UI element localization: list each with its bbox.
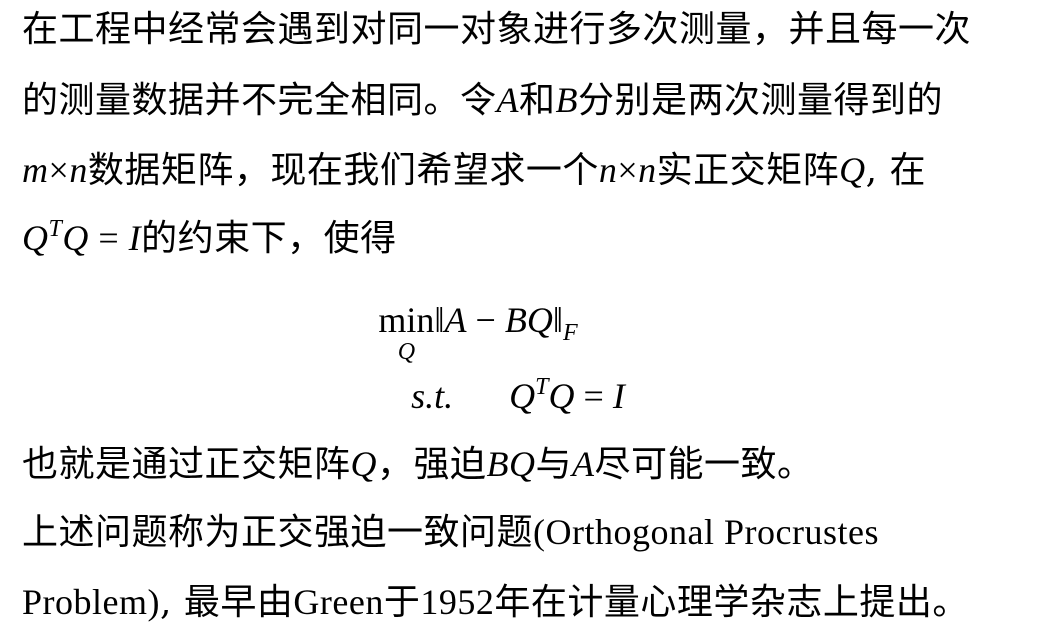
year: 1952 (420, 582, 495, 622)
math-times: × (48, 150, 70, 190)
text-segment: 分别是两次测量得到的 (578, 80, 944, 121)
math-equals: = (574, 376, 613, 416)
objective-formula: min Q ‖A − BQ‖F (0, 296, 1006, 365)
math-n: n (69, 150, 88, 190)
norm-close: ‖ (552, 300, 563, 340)
min-operator: min Q (378, 296, 434, 365)
text-segment: 也就是通过正交矩阵 (22, 444, 351, 485)
paragraph-line-2: 的测量数据并不完全相同。令A和B分别是两次测量得到的 (22, 76, 943, 125)
text-segment: 的约束下，使得 (141, 218, 397, 259)
constraint-formula: s.t. QTQ = I (0, 372, 1046, 421)
norm-open: ‖ (434, 300, 445, 340)
subject-to-label: s.t. (411, 376, 454, 416)
math-identity: I (612, 376, 625, 416)
english-term: (Orthogonal Procrustes (533, 512, 879, 552)
text-segment: 在工程中经常会遇到对同一对象进行多次测量，并且每一次 (22, 9, 972, 50)
author-name: Green (293, 582, 384, 622)
matrix-q-symbol: Q (350, 444, 378, 484)
paragraph-line-6: 上述问题称为正交强迫一致问题(Orthogonal Procrustes (22, 508, 879, 557)
paragraph-line-1: 在工程中经常会遇到对同一对象进行多次测量，并且每一次 (22, 6, 971, 54)
min-subscript: Q (397, 339, 416, 365)
text-segment: 尽可能一致。 (594, 444, 814, 485)
math-q: Q (509, 376, 536, 416)
math-minus: − (466, 300, 505, 340)
math-bq: BQ (486, 444, 536, 484)
math-equals: = (88, 218, 129, 258)
matrix-a-symbol: A (496, 80, 520, 120)
math-transpose: T (535, 374, 549, 400)
text-segment: 年在计量心理学杂志上提出。 (494, 582, 969, 623)
text-segment: 和 (519, 80, 556, 121)
math-q: Q (62, 218, 89, 258)
paragraph-line-3: m×n数据矩阵，现在我们希望求一个n×n实正交矩阵Q, 在 (22, 146, 926, 195)
english-term: Problem) (22, 582, 160, 622)
math-m: m (22, 150, 49, 190)
text-segment: 数据矩阵，现在我们希望求一个 (87, 150, 599, 191)
text-segment: ，强迫 (377, 444, 487, 485)
math-transpose: T (48, 216, 63, 242)
math-a: A (444, 300, 467, 340)
math-q: Q (22, 218, 49, 258)
matrix-b-symbol: B (555, 80, 579, 120)
math-n: n (598, 150, 618, 190)
text-segment: 上述问题称为正交强迫一致问题 (22, 512, 534, 553)
math-identity: I (128, 218, 142, 258)
text-segment: , 在 (865, 150, 927, 191)
paragraph-line-4: QTQ = I的约束下，使得 (22, 214, 397, 263)
paragraph-line-5: 也就是通过正交矩阵Q，强迫BQ与A尽可能一致。 (22, 440, 814, 489)
text-segment: 实正交矩阵 (656, 150, 840, 191)
text-segment: 于 (383, 582, 421, 623)
math-bq: BQ (504, 300, 553, 340)
math-n: n (638, 150, 657, 190)
text-segment: 与 (535, 444, 573, 485)
matrix-q-symbol: Q (839, 150, 866, 190)
norm-subscript: F (562, 320, 578, 346)
math-times: × (617, 150, 639, 190)
matrix-a-symbol: A (572, 444, 595, 484)
paragraph-line-7: Problem), 最早由Green于1952年在计量心理学杂志上提出。 (22, 578, 969, 627)
math-q: Q (548, 376, 575, 416)
text-segment: 的测量数据并不完全相同。令 (22, 80, 497, 121)
text-segment: , 最早由 (159, 582, 294, 623)
